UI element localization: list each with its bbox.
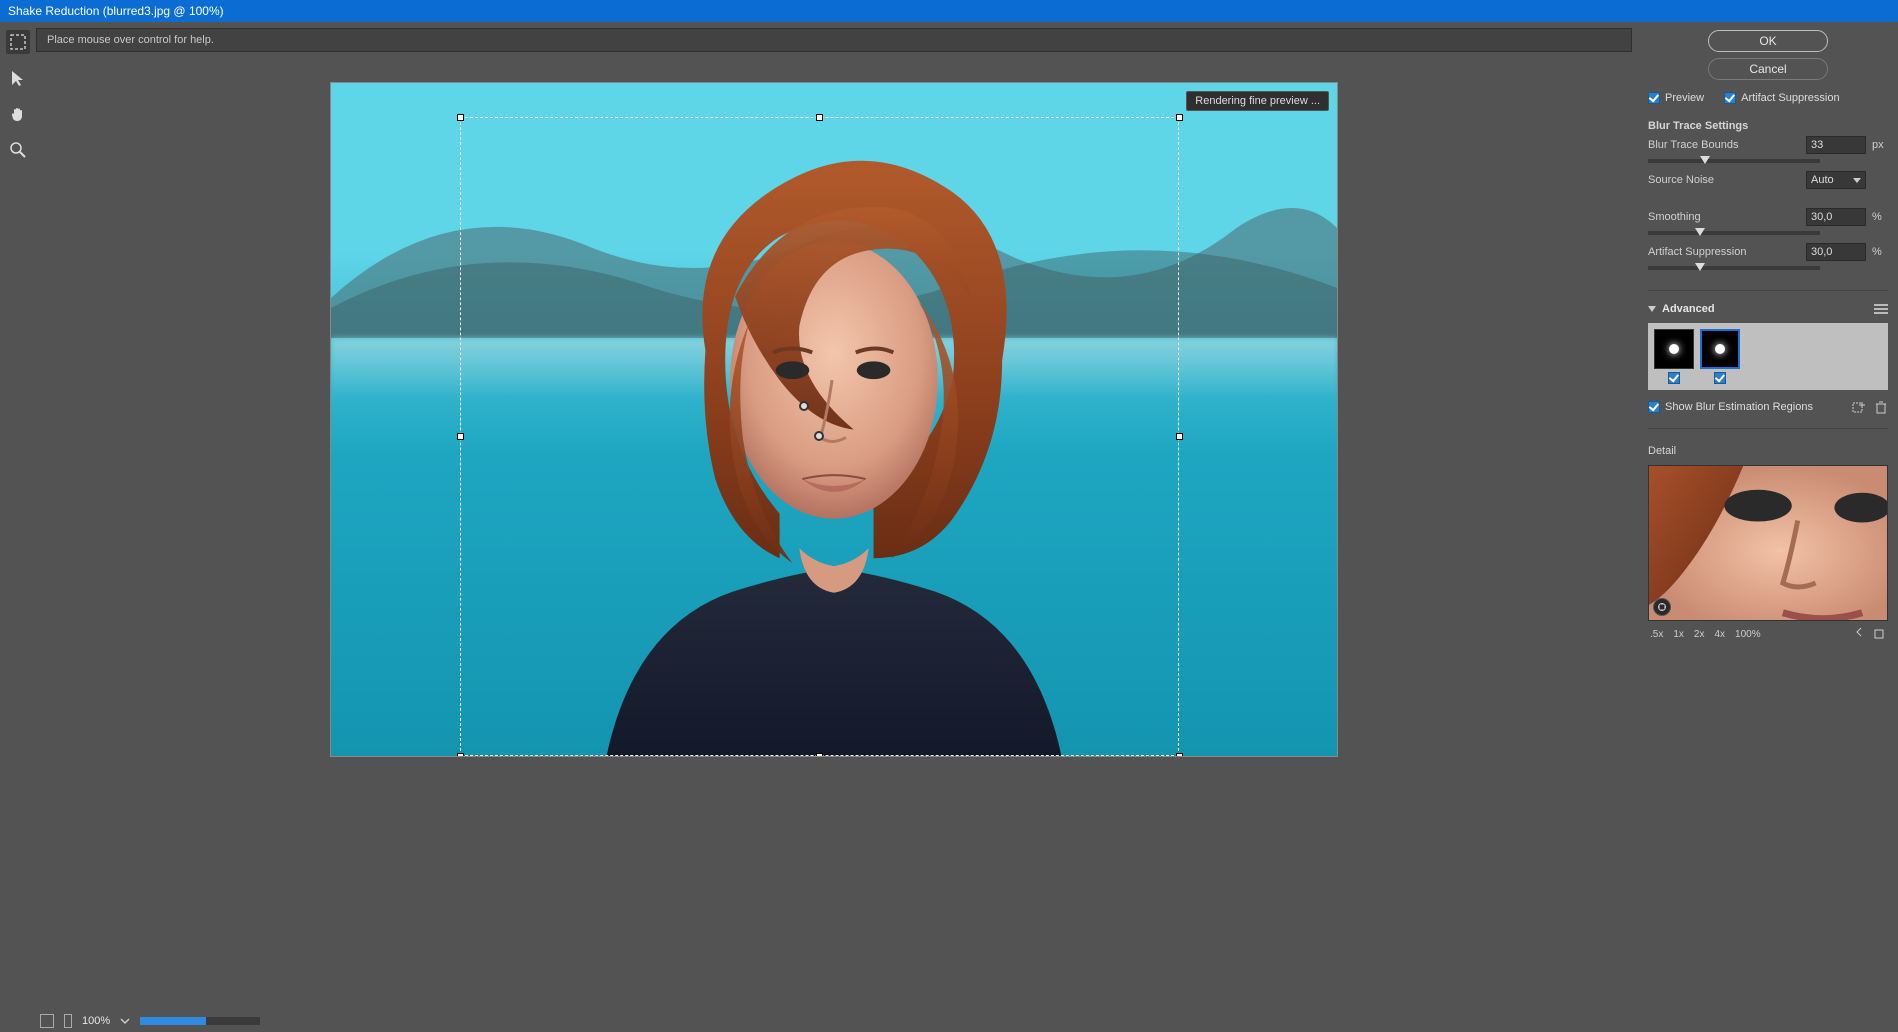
blur-trace-thumb[interactable] (1654, 329, 1694, 369)
hint-text: Place mouse over control for help. (47, 34, 214, 46)
window-title: Shake Reduction (blurred3.jpg @ 100%) (8, 4, 224, 18)
blur-kernel-icon (1669, 344, 1679, 354)
pointer-tool-icon[interactable] (6, 66, 30, 90)
magnifier-icon (9, 141, 27, 159)
marquee-handle[interactable] (816, 753, 823, 757)
blur-kernel-icon (1715, 344, 1725, 354)
doc-split-icon (64, 1014, 72, 1028)
divider (1648, 428, 1888, 429)
marquee-handle[interactable] (1176, 433, 1183, 440)
blur-trace-section-title: Blur Trace Settings (1648, 120, 1888, 132)
slider-thumb-icon[interactable] (1695, 228, 1705, 236)
panel-menu-icon[interactable] (1874, 304, 1888, 314)
show-regions-label: Show Blur Estimation Regions (1665, 401, 1813, 413)
disclosure-triangle-icon (1648, 306, 1656, 312)
marquee-handle[interactable] (1176, 114, 1183, 121)
thumb-enable-checkbox[interactable] (1714, 372, 1726, 384)
zoom-in-icon[interactable] (1872, 627, 1886, 641)
rendering-badge-text: Rendering fine preview ... (1195, 95, 1320, 107)
divider (1648, 290, 1888, 291)
title-bar: Shake Reduction (blurred3.jpg @ 100%) (0, 0, 1898, 22)
advanced-label: Advanced (1662, 303, 1715, 315)
zoom-tool-icon[interactable] (6, 138, 30, 162)
doc-icon (40, 1014, 54, 1028)
cancel-button[interactable]: Cancel (1708, 58, 1828, 80)
ok-button[interactable]: OK (1708, 30, 1828, 52)
smoothing-label: Smoothing (1648, 211, 1800, 223)
chevron-down-icon (1853, 178, 1861, 183)
marquee-handle[interactable] (457, 753, 464, 757)
bottom-status-bar: 100% (36, 1010, 1632, 1032)
scale-option[interactable]: 2x (1694, 629, 1705, 640)
blur-trace-bounds-slider[interactable] (1648, 159, 1820, 163)
thumb-enable-checkbox[interactable] (1668, 372, 1680, 384)
smoothing-slider[interactable] (1648, 231, 1820, 235)
undock-loupe-icon[interactable] (1653, 598, 1671, 616)
canvas-area[interactable]: Rendering fine preview ... (36, 56, 1632, 1010)
marquee-handle[interactable] (1176, 753, 1183, 757)
artifact-suppression-slider[interactable] (1648, 266, 1820, 270)
advanced-section-header[interactable]: Advanced (1648, 303, 1888, 315)
checkbox-icon (1724, 92, 1736, 104)
show-regions-checkbox[interactable]: Show Blur Estimation Regions (1648, 401, 1813, 413)
rendering-badge: Rendering fine preview ... (1186, 91, 1329, 111)
smoothing-input[interactable] (1806, 208, 1866, 226)
detail-loupe[interactable] (1648, 465, 1888, 621)
blur-trace-thumb[interactable] (1700, 329, 1740, 369)
progress-fill (140, 1017, 206, 1025)
scale-segments: .5x 1x 2x 4x 100% (1650, 629, 1761, 640)
marquee-handle[interactable] (457, 433, 464, 440)
preview-label: Preview (1665, 92, 1704, 104)
checkbox-icon (1648, 92, 1660, 104)
add-region-icon[interactable] (1852, 400, 1866, 414)
source-noise-select[interactable]: Auto (1806, 171, 1866, 189)
checkbox-icon (1648, 401, 1660, 413)
scale-option[interactable]: .5x (1650, 629, 1663, 640)
preview-checkbox[interactable]: Preview (1648, 92, 1704, 104)
slider-thumb-icon[interactable] (1700, 156, 1710, 164)
trace-pin[interactable] (799, 401, 809, 411)
slider-thumb-icon[interactable] (1695, 263, 1705, 271)
unit-label: % (1872, 246, 1888, 258)
hand-icon (9, 105, 27, 123)
hand-tool-icon[interactable] (6, 102, 30, 126)
artifact-suppression-input[interactable] (1806, 243, 1866, 261)
delete-region-icon[interactable] (1874, 400, 1888, 414)
marquee-tool-icon[interactable] (6, 30, 30, 54)
artifact-suppression-param-label: Artifact Suppression (1648, 246, 1800, 258)
arrow-icon (9, 69, 27, 87)
marquee-handle[interactable] (457, 114, 464, 121)
source-noise-value: Auto (1811, 174, 1834, 186)
zoom-readout[interactable]: 100% (82, 1015, 110, 1027)
hint-bar: Place mouse over control for help. (36, 28, 1632, 52)
scale-option[interactable]: 4x (1714, 629, 1725, 640)
artifact-suppression-label: Artifact Suppression (1741, 92, 1839, 104)
detail-zoom-readout: 100% (1735, 629, 1761, 640)
source-noise-label: Source Noise (1648, 174, 1800, 186)
scale-option[interactable]: 1x (1673, 629, 1684, 640)
zoom-out-icon[interactable] (1850, 627, 1864, 641)
canvas-frame[interactable]: Rendering fine preview ... (330, 82, 1338, 757)
progress-bar (140, 1017, 260, 1025)
blur-trace-bounds-input[interactable] (1806, 136, 1866, 154)
detail-section-title: Detail (1648, 445, 1888, 457)
marquee-handle[interactable] (816, 114, 823, 121)
right-panel: OK Cancel Preview Artifact Suppression B… (1638, 22, 1898, 1032)
dashed-rect-icon (9, 33, 27, 51)
unit-label: px (1872, 139, 1888, 151)
artifact-suppression-checkbox[interactable]: Artifact Suppression (1724, 92, 1839, 104)
blur-trace-bounds-label: Blur Trace Bounds (1648, 139, 1800, 151)
chevron-down-icon[interactable] (120, 1016, 130, 1026)
unit-label: % (1872, 211, 1888, 223)
blur-trace-thumbnails (1648, 323, 1888, 390)
tool-strip (0, 22, 36, 1032)
